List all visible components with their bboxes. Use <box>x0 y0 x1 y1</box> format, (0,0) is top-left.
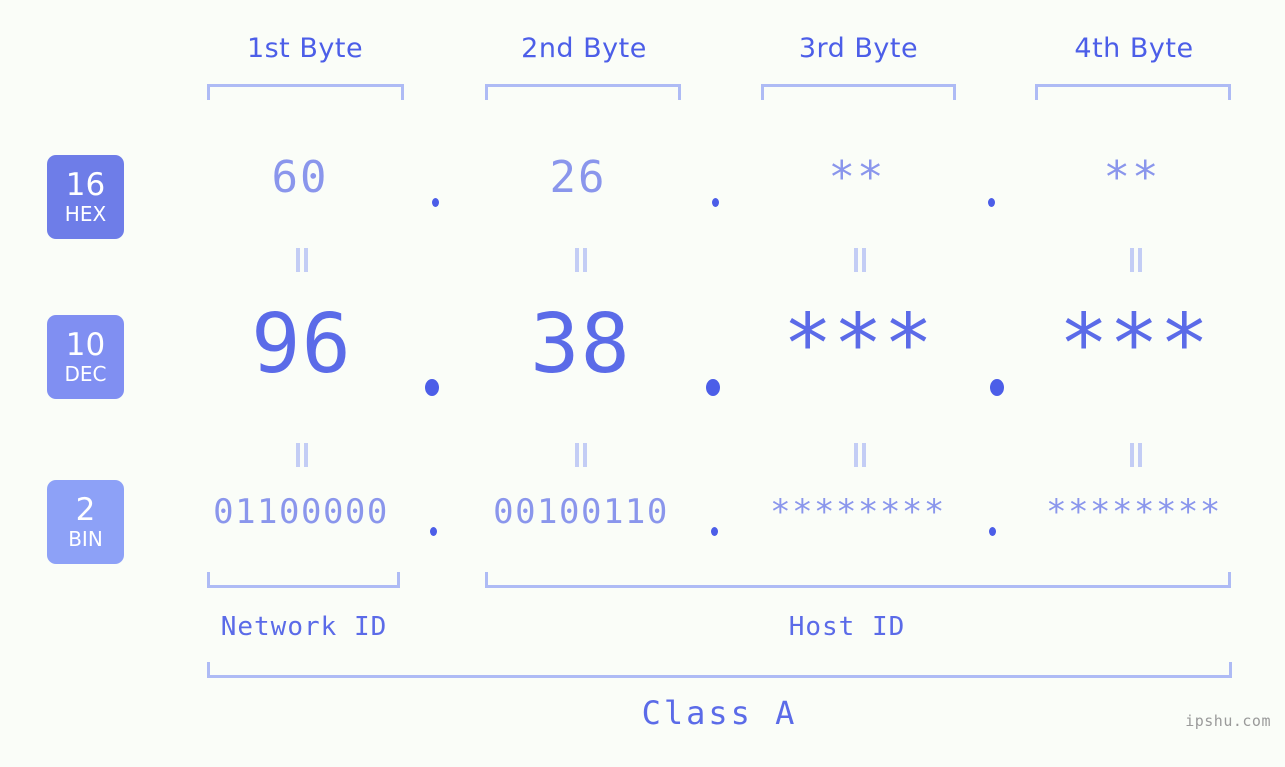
equality-bar-dec-bin-2 <box>571 443 589 467</box>
dec-separator-dot-1 <box>425 379 439 396</box>
equality-bar-dec-bin-4 <box>1126 443 1144 467</box>
equality-bar-dec-bin-3 <box>850 443 868 467</box>
class-bracket <box>207 662 1232 678</box>
byte-header-1: 1st Byte <box>246 33 364 64</box>
equality-bar-hex-dec-1 <box>292 248 310 272</box>
network-id-label: Network ID <box>220 612 388 642</box>
byte-bracket-2 <box>485 84 681 100</box>
radix-badge-bin-abbr: BIN <box>68 527 103 551</box>
radix-badge-dec: 10 DEC <box>47 315 124 399</box>
ip-address-breakdown-diagram: 1st Byte 2nd Byte 3rd Byte 4th Byte 16 H… <box>0 0 1285 767</box>
equality-bar-hex-dec-4 <box>1126 248 1144 272</box>
hex-separator-dot-3 <box>988 198 995 207</box>
hex-separator-dot-2 <box>712 198 719 207</box>
dec-separator-dot-2 <box>706 379 720 396</box>
radix-badge-dec-abbr: DEC <box>64 362 107 386</box>
byte-header-3: 3rd Byte <box>798 33 919 64</box>
equality-bar-dec-bin-1 <box>292 443 310 467</box>
dec-byte-2: 38 <box>530 297 631 392</box>
dec-byte-4: *** <box>1058 297 1211 392</box>
bin-byte-1: 01100000 <box>213 492 389 532</box>
dec-byte-1: 96 <box>251 297 352 392</box>
bin-byte-4: ******** <box>1046 492 1222 532</box>
bin-byte-2: 00100110 <box>493 492 669 532</box>
hex-byte-4: ** <box>1103 152 1161 203</box>
bin-separator-dot-3 <box>989 527 996 536</box>
network-id-bracket <box>207 572 400 588</box>
hex-byte-1: 60 <box>271 152 329 203</box>
byte-bracket-4 <box>1035 84 1231 100</box>
bin-byte-3: ******** <box>770 492 946 532</box>
hex-separator-dot-1 <box>432 198 439 207</box>
site-watermark: ipshu.com <box>1185 712 1271 730</box>
radix-badge-hex-abbr: HEX <box>64 202 107 226</box>
radix-badge-hex-number: 16 <box>65 167 106 203</box>
byte-header-4: 4th Byte <box>1074 33 1194 64</box>
radix-badge-bin-number: 2 <box>75 492 96 528</box>
radix-badge-dec-number: 10 <box>65 327 106 363</box>
class-label: Class A <box>641 694 798 732</box>
bin-separator-dot-2 <box>711 527 718 536</box>
host-id-label: Host ID <box>788 612 906 642</box>
radix-badge-hex: 16 HEX <box>47 155 124 239</box>
equality-bar-hex-dec-2 <box>571 248 589 272</box>
equality-bar-hex-dec-3 <box>850 248 868 272</box>
hex-byte-3: ** <box>828 152 886 203</box>
byte-header-2: 2nd Byte <box>521 33 647 64</box>
byte-bracket-3 <box>761 84 956 100</box>
dec-separator-dot-3 <box>990 379 1004 396</box>
radix-badge-bin: 2 BIN <box>47 480 124 564</box>
bin-separator-dot-1 <box>430 527 437 536</box>
host-id-bracket <box>485 572 1231 588</box>
dec-byte-3: *** <box>782 297 935 392</box>
byte-bracket-1 <box>207 84 404 100</box>
hex-byte-2: 26 <box>549 152 607 203</box>
